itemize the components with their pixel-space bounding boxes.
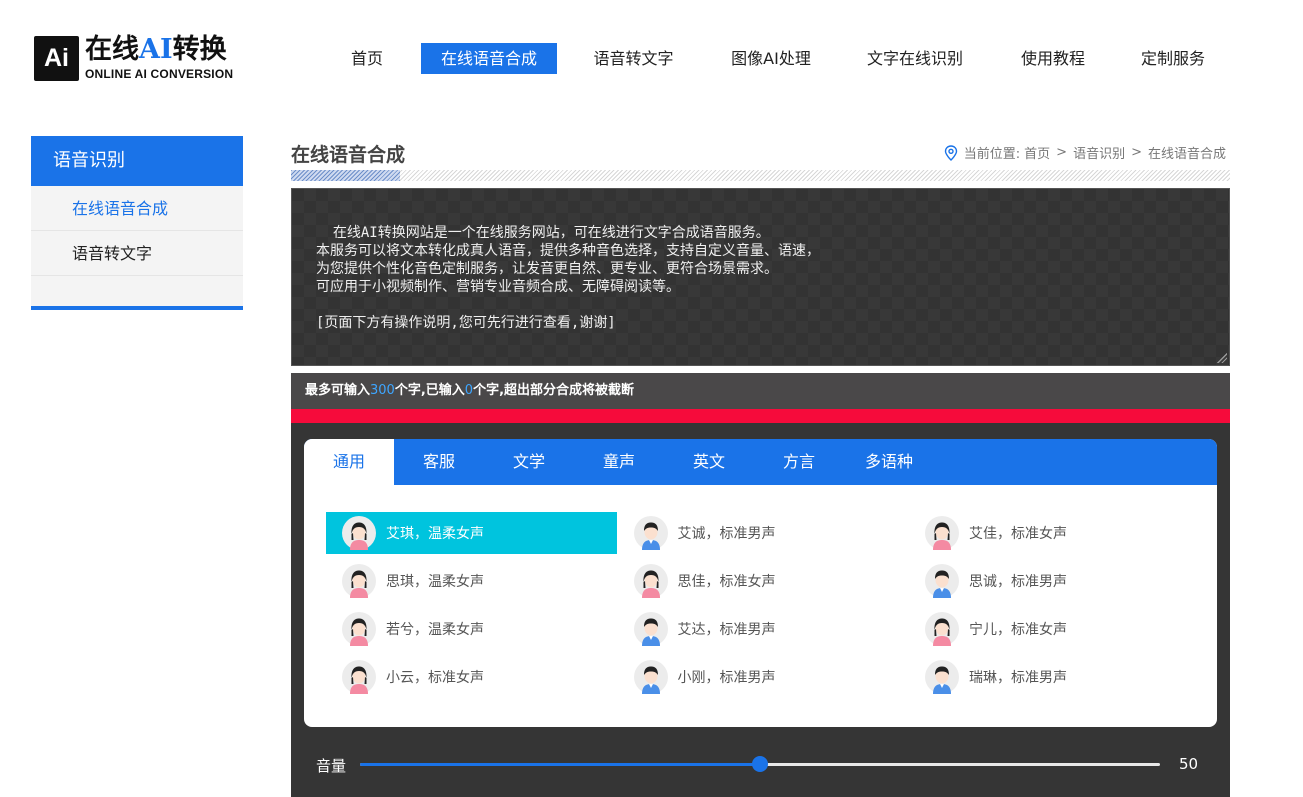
voice-option[interactable]: 瑞琳，标准男声 — [909, 656, 1200, 698]
male-avatar-icon — [633, 612, 668, 646]
voice-option-label: 艾诚，标准男声 — [677, 526, 776, 542]
male-avatar-icon — [633, 516, 668, 550]
volume-value: 50 — [1179, 755, 1199, 773]
female-avatar-icon — [342, 564, 376, 598]
text-input-content: 在线AI转换网站是一个在线服务网站，可在线进行文字合成语音服务。 本服务可以将文… — [316, 225, 820, 331]
voice-option[interactable]: 艾诚，标准男声 — [618, 512, 909, 554]
voice-option-label: 宁儿，标准女声 — [969, 622, 1067, 638]
voice-category-tabs: 通用 客服 文学 童声 英文 方言 多语种 — [304, 439, 1217, 485]
sidebar-list: 在线语音合成 语音转文字 — [31, 186, 243, 310]
voice-option[interactable]: 艾达，标准男声 — [618, 608, 909, 650]
breadcrumb-speech-recognition[interactable]: 语音识别 — [1073, 143, 1125, 162]
nav-item-ocr[interactable]: 文字在线识别 — [855, 43, 975, 74]
female-avatar-icon — [342, 516, 376, 550]
nav-item-tutorial[interactable]: 使用教程 — [1008, 43, 1098, 74]
tab-general[interactable]: 通用 — [304, 439, 394, 485]
title-divider — [291, 170, 1230, 181]
female-avatar-icon — [925, 612, 959, 646]
warning-bar — [291, 409, 1230, 423]
tab-child[interactable]: 童声 — [574, 439, 664, 485]
voice-option[interactable]: 艾佳，标准女声 — [909, 512, 1200, 554]
tab-multilingual[interactable]: 多语种 — [844, 439, 934, 485]
resize-handle-icon[interactable] — [1217, 353, 1227, 363]
female-avatar-icon — [633, 564, 668, 598]
tab-english[interactable]: 英文 — [664, 439, 754, 485]
volume-slider-thumb[interactable] — [752, 756, 768, 772]
text-input[interactable]: 在线AI转换网站是一个在线服务网站，可在线进行文字合成语音服务。 本服务可以将文… — [291, 188, 1230, 366]
tab-literature[interactable]: 文学 — [484, 439, 574, 485]
sidebar-item-spacer — [31, 276, 243, 306]
sidebar-item-speech-to-text[interactable]: 语音转文字 — [31, 231, 243, 276]
nav-item-speech-to-text[interactable]: 语音转文字 — [580, 43, 687, 74]
voice-option[interactable]: 艾琪，温柔女声 — [326, 512, 617, 554]
nav-item-tts[interactable]: 在线语音合成 — [421, 43, 557, 74]
location-pin-icon — [944, 144, 957, 161]
female-avatar-icon — [342, 660, 376, 694]
voice-option-label: 若兮，温柔女声 — [386, 622, 484, 638]
nav-item-image-ai[interactable]: 图像AI处理 — [716, 43, 826, 74]
sidebar: 语音识别 在线语音合成 语音转文字 — [31, 136, 243, 310]
char-count: 0 — [464, 383, 474, 398]
voice-option-label: 小刚，标准男声 — [677, 670, 776, 686]
char-limit-max: 300 — [370, 383, 395, 398]
char-limit-text1: 最多可输入 — [305, 383, 371, 398]
breadcrumb-home[interactable]: 首页 — [1024, 143, 1050, 162]
voice-option-label: 艾琪，温柔女声 — [386, 526, 484, 542]
tab-customer-service[interactable]: 客服 — [394, 439, 484, 485]
breadcrumb-prefix: 当前位置: — [963, 147, 1021, 162]
breadcrumb-current: 在线语音合成 — [1147, 147, 1226, 162]
voice-option-label: 艾达，标准男声 — [677, 622, 776, 638]
voice-option[interactable]: 思诚，标准男声 — [909, 560, 1200, 602]
voice-option[interactable]: 小云，标准女声 — [326, 656, 617, 698]
voice-option-label: 艾佳，标准女声 — [969, 526, 1067, 542]
main-nav: 首页 在线语音合成 语音转文字 图像AI处理 文字在线识别 使用教程 定制服务 — [0, 43, 1303, 74]
breadcrumb-separator: > — [1131, 145, 1142, 160]
voice-option-label: 小云，标准女声 — [386, 670, 484, 686]
voice-option[interactable]: 思佳，标准女声 — [618, 560, 909, 602]
tab-dialect[interactable]: 方言 — [754, 439, 844, 485]
female-avatar-icon — [342, 612, 376, 646]
volume-slider[interactable] — [360, 756, 1160, 772]
title-divider-accent — [291, 170, 400, 181]
sidebar-heading: 语音识别 — [31, 136, 243, 186]
char-limit-text3: 个字,超出部分合成将被截断 — [473, 383, 635, 398]
char-limit-bar: 最多可输入300个字,已输入0个字,超出部分合成将被截断 — [291, 373, 1230, 409]
voice-option[interactable]: 若兮，温柔女声 — [326, 608, 617, 650]
breadcrumb-separator: > — [1056, 145, 1068, 160]
nav-item-custom-service[interactable]: 定制服务 — [1128, 43, 1218, 74]
voice-option-label: 思诚，标准男声 — [969, 574, 1067, 590]
voice-option[interactable]: 小刚，标准男声 — [618, 656, 909, 698]
male-avatar-icon — [925, 564, 959, 598]
male-avatar-icon — [925, 660, 959, 694]
char-limit-text2: 个字,已输入 — [394, 383, 465, 398]
female-avatar-icon — [925, 516, 959, 550]
volume-slider-fill — [360, 763, 760, 766]
voice-option-label: 思琪，温柔女声 — [386, 574, 484, 590]
sidebar-item-tts[interactable]: 在线语音合成 — [31, 186, 243, 231]
voice-selector: 通用 客服 文学 童声 英文 方言 多语种 艾琪，温柔女声 艾诚，标准男声 艾佳，标… — [304, 439, 1217, 727]
voice-option[interactable]: 思琪，温柔女声 — [326, 560, 617, 602]
voice-option-label: 瑞琳，标准男声 — [969, 670, 1067, 686]
male-avatar-icon — [633, 660, 668, 694]
voice-option-label: 思佳，标准女声 — [677, 574, 776, 590]
volume-label: 音量 — [316, 757, 347, 775]
page-title: 在线语音合成 — [291, 144, 406, 166]
breadcrumb: 当前位置: 首页 > 语音识别 > 在线语音合成 — [944, 143, 1226, 162]
nav-item-home[interactable]: 首页 — [335, 43, 399, 74]
voice-option[interactable]: 宁儿，标准女声 — [909, 608, 1200, 650]
